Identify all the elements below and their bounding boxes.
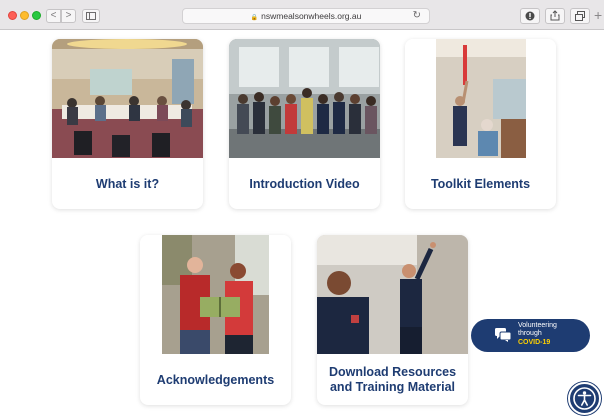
card-introduction-video[interactable]: Introduction Video [229, 39, 380, 209]
address-bar[interactable]: 🔒 nswmealsonwheels.org.au ↻ [182, 8, 430, 24]
browser-toolbar: < > 🔒 nswmealsonwheels.org.au ↻ + [0, 0, 604, 30]
card-title: What is it? [95, 177, 160, 191]
lock-icon: 🔒 [250, 15, 259, 21]
back-button[interactable]: < [46, 9, 61, 23]
couple-reading-photo [140, 235, 291, 354]
tabs-overview-button[interactable] [570, 8, 590, 24]
card-toolkit-elements[interactable]: Toolkit Elements [405, 39, 556, 209]
volunteering-line2: through [518, 330, 542, 338]
card-acknowledgements[interactable]: Acknowledgements [140, 235, 291, 405]
minimize-window-button[interactable] [20, 11, 29, 20]
share-icon [550, 10, 560, 21]
sidebar-button[interactable] [82, 9, 100, 23]
sidebar-icon [86, 12, 96, 20]
accessibility-button[interactable] [568, 382, 601, 415]
card-title: Download Resources and Training Material [328, 365, 457, 394]
volunteering-covid-button[interactable]: Volunteering through COVID-19 [471, 319, 590, 352]
maximize-window-button[interactable] [32, 11, 41, 20]
chevron-left-icon: < [50, 10, 57, 21]
url-text: nswmealsonwheels.org.au [261, 11, 362, 21]
reload-icon[interactable]: ↻ [413, 9, 421, 23]
extensions-button[interactable] [520, 8, 540, 24]
chat-bubbles-icon [495, 328, 511, 342]
volunteering-line1: Volunteering [518, 322, 557, 329]
privacy-report-icon [525, 11, 535, 21]
card-title: Introduction Video [249, 177, 360, 191]
page-content: What is it? Introduction Video Toolkit E… [0, 31, 604, 419]
group-meeting-photo [52, 39, 203, 158]
chevron-right-icon: > [65, 10, 72, 21]
new-tab-icon[interactable]: + [594, 7, 602, 23]
share-button[interactable] [545, 8, 565, 24]
volunteering-line3: COVID-19 [518, 338, 551, 346]
firefighters-photo [317, 235, 468, 354]
team-photo [229, 39, 380, 158]
tabs-icon [575, 11, 585, 21]
accessibility-icon [573, 387, 596, 410]
forward-button[interactable]: > [61, 9, 76, 23]
smoke-alarm-photo [405, 39, 556, 158]
card-title: Toolkit Elements [430, 177, 531, 191]
card-what-is-it[interactable]: What is it? [52, 39, 203, 209]
volunteering-text: Volunteering through COVID-19 [518, 322, 557, 347]
card-title: Acknowledgements [156, 373, 275, 387]
card-download-resources[interactable]: Download Resources and Training Material [317, 235, 468, 405]
close-window-button[interactable] [8, 11, 17, 20]
